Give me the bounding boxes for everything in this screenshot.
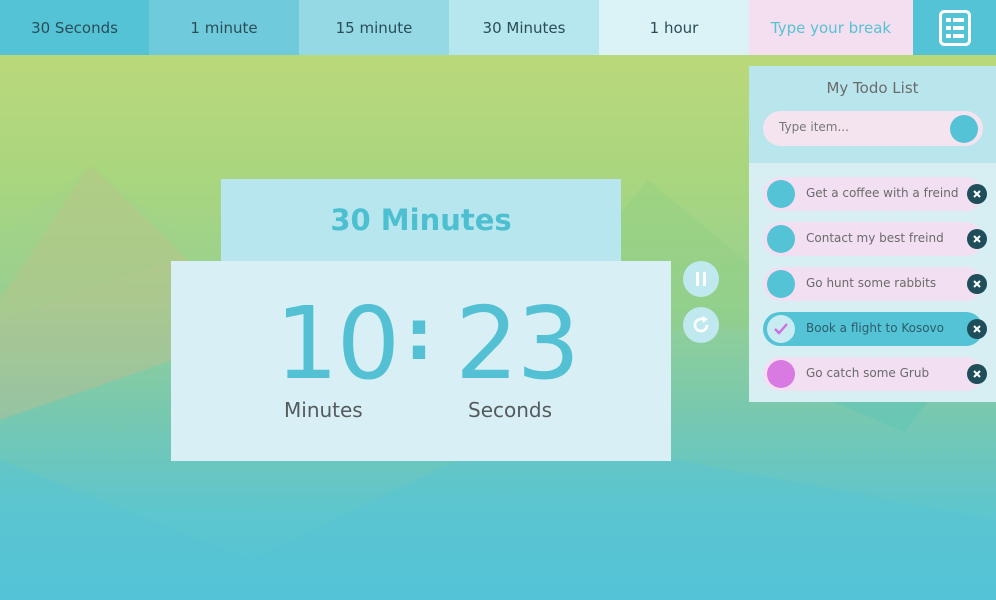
todo-item-text: Contact my best freind <box>806 231 944 245</box>
todo-title: My Todo List <box>826 79 919 97</box>
duration-tabs: 30 Seconds 1 minute 15 minute 30 Minutes… <box>0 0 996 55</box>
countdown-display: 10 : 23 Minutes Seconds <box>171 261 671 461</box>
todo-header: My Todo List <box>749 66 996 163</box>
tab-1-hour[interactable]: 1 hour <box>599 0 749 55</box>
custom-break-input[interactable] <box>759 17 903 38</box>
delete-todo-button[interactable] <box>967 364 987 384</box>
todo-list-icon <box>938 9 971 46</box>
close-icon <box>973 235 981 243</box>
todo-item-completed[interactable]: Book a flight to Kosovo <box>763 312 983 346</box>
refresh-icon <box>693 316 709 333</box>
reset-button[interactable] <box>683 307 719 343</box>
tab-1-minute[interactable]: 1 minute <box>149 0 299 55</box>
delete-todo-button[interactable] <box>967 319 987 339</box>
todo-item[interactable]: Go catch some Grub <box>763 357 983 391</box>
close-icon <box>973 325 981 333</box>
todo-item[interactable]: Go hunt some rabbits <box>763 267 983 301</box>
todo-item[interactable]: Contact my best freind <box>763 222 983 256</box>
todo-input[interactable] <box>777 119 941 135</box>
todo-item-text: Go hunt some rabbits <box>806 276 937 290</box>
pause-button[interactable] <box>683 261 719 297</box>
todo-checkbox-checked[interactable] <box>767 315 795 343</box>
pause-icon <box>696 272 706 286</box>
todo-input-field <box>763 111 983 146</box>
todo-checkbox[interactable] <box>767 360 795 388</box>
todo-panel: My Todo List Get a coffee with a freind … <box>749 66 996 402</box>
timer-title: 30 Minutes <box>221 179 621 261</box>
todo-checkbox[interactable] <box>767 180 795 208</box>
seconds-label: Seconds <box>468 398 553 422</box>
minutes-label: Minutes <box>284 398 363 422</box>
app-root: 30 Seconds 1 minute 15 minute 30 Minutes… <box>0 0 996 600</box>
seconds-value: 23 <box>455 285 580 402</box>
delete-todo-button[interactable] <box>967 229 987 249</box>
close-icon <box>973 190 981 198</box>
add-todo-button[interactable] <box>950 115 978 143</box>
todo-checkbox[interactable] <box>767 270 795 298</box>
custom-break-field <box>749 0 913 55</box>
minutes-value: 10 <box>275 285 400 402</box>
tab-15-minute[interactable]: 15 minute <box>299 0 449 55</box>
tab-30-seconds[interactable]: 30 Seconds <box>0 0 149 55</box>
todo-item-text: Get a coffee with a freind <box>806 186 959 200</box>
todo-menu-button[interactable] <box>913 0 996 55</box>
todo-checkbox[interactable] <box>767 225 795 253</box>
close-icon <box>973 280 981 288</box>
tab-30-minutes[interactable]: 30 Minutes <box>449 0 599 55</box>
time-separator: : <box>405 294 433 376</box>
delete-todo-button[interactable] <box>967 184 987 204</box>
todo-item[interactable]: Get a coffee with a freind <box>763 177 983 211</box>
todo-item-text: Book a flight to Kosovo <box>806 321 944 335</box>
todo-item-text: Go catch some Grub <box>806 366 930 380</box>
delete-todo-button[interactable] <box>967 274 987 294</box>
checkmark-icon <box>774 323 788 335</box>
close-icon <box>973 370 981 378</box>
